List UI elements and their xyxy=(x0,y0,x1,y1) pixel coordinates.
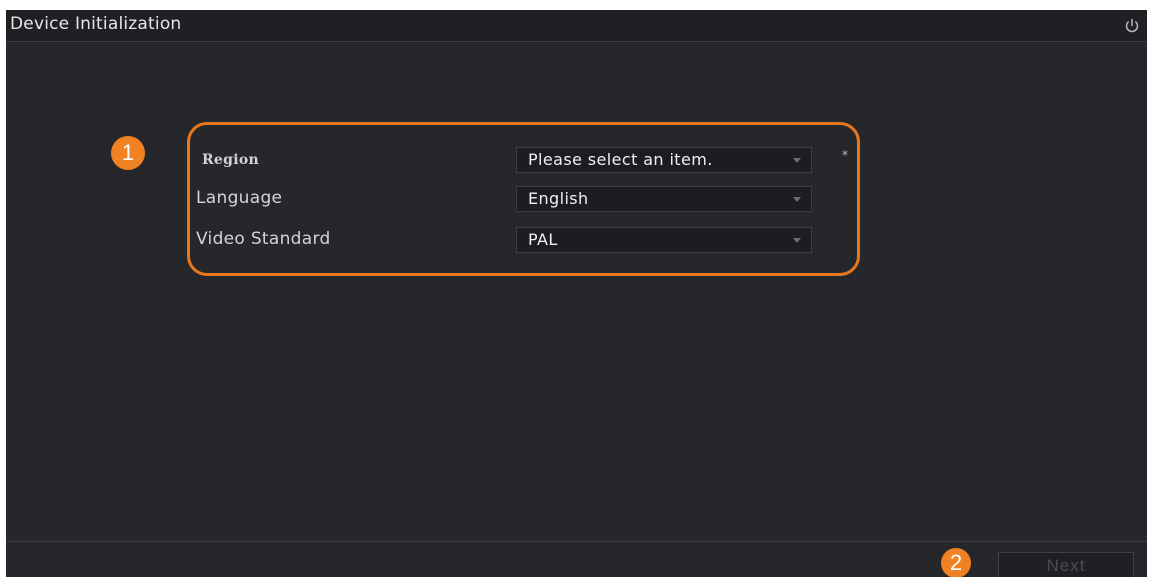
region-label: Region xyxy=(202,152,259,168)
next-button[interactable]: Next xyxy=(998,552,1134,577)
chevron-down-icon xyxy=(793,238,801,243)
required-marker: * xyxy=(842,148,848,162)
region-select-value: Please select an item. xyxy=(528,150,713,169)
chevron-down-icon xyxy=(793,197,801,202)
region-select[interactable]: Please select an item. xyxy=(516,147,812,173)
callout-badge-1: 1 xyxy=(111,136,145,170)
callout-badge-2: 2 xyxy=(941,548,971,577)
device-initialization-window: Device Initialization Region Please sele… xyxy=(6,10,1147,577)
chevron-down-icon xyxy=(793,158,801,163)
window-title: Device Initialization xyxy=(10,14,182,34)
video-standard-select[interactable]: PAL xyxy=(516,227,812,253)
language-select-value: English xyxy=(528,189,589,208)
language-row: Language English xyxy=(196,186,816,212)
language-label: Language xyxy=(196,188,283,208)
region-row: Region Please select an item. * xyxy=(196,147,848,173)
title-bar: Device Initialization xyxy=(6,10,1147,42)
power-icon[interactable] xyxy=(1123,17,1141,35)
video-standard-row: Video Standard PAL xyxy=(196,227,816,253)
language-select[interactable]: English xyxy=(516,186,812,212)
footer-bar: 2 Next xyxy=(6,541,1147,577)
video-standard-select-value: PAL xyxy=(528,230,558,249)
video-standard-label: Video Standard xyxy=(196,229,331,249)
